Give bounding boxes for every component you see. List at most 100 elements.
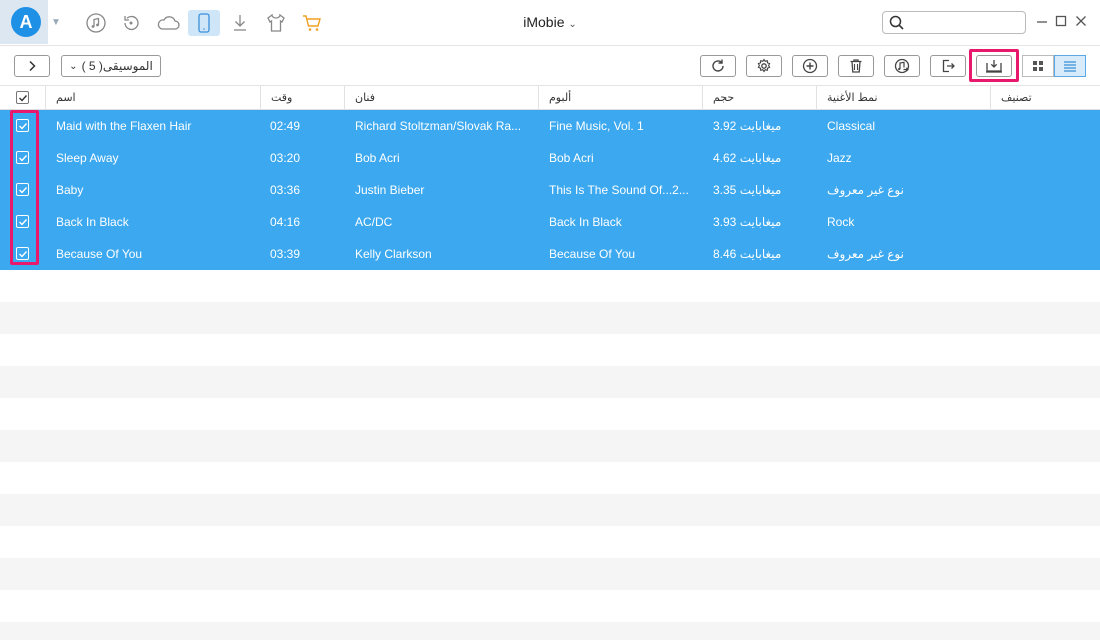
device-selector[interactable]: iMobie ⌄	[500, 14, 600, 30]
column-header-artist[interactable]: فنان	[344, 86, 538, 110]
minimize-button[interactable]	[1035, 14, 1049, 28]
empty-row	[0, 302, 1100, 334]
refresh-icon	[712, 59, 724, 72]
song-name: Maid with the Flaxen Hair	[56, 119, 192, 133]
empty-row	[0, 366, 1100, 398]
export-to-device-button[interactable]	[930, 55, 966, 77]
chevron-down-icon: ⌄	[69, 60, 78, 72]
song-name: Back In Black	[56, 215, 129, 229]
nav-download[interactable]	[224, 10, 256, 36]
search-icon	[889, 15, 904, 30]
song-album: Fine Music, Vol. 1	[549, 119, 644, 133]
song-album: Back In Black	[549, 215, 622, 229]
cloud-icon	[157, 16, 180, 30]
to-itunes-button[interactable]	[884, 55, 920, 77]
search-input[interactable]	[909, 14, 1019, 31]
grid-view-button[interactable]	[1022, 55, 1054, 77]
nav-theme[interactable]	[260, 10, 292, 36]
empty-row	[0, 494, 1100, 526]
song-genre: نوع غير معروف	[827, 183, 904, 197]
song-album: This Is The Sound Of...2...	[549, 183, 689, 197]
column-header-rating[interactable]: تصنيف	[990, 86, 1100, 110]
delete-icon	[850, 59, 862, 73]
chevron-down-icon: ⌄	[568, 19, 577, 30]
music-icon	[86, 13, 106, 33]
empty-row	[0, 526, 1100, 558]
song-artist: AC/DC	[355, 215, 393, 229]
table-row[interactable]: Maid with the Flaxen Hair 02:49 Richard …	[0, 110, 1100, 142]
chevron-right-icon	[29, 60, 36, 72]
empty-row	[0, 590, 1100, 622]
song-genre: نوع غير معروف	[827, 247, 904, 261]
export-icon	[942, 59, 955, 73]
checkmark-icon	[18, 94, 27, 102]
song-size: 8.46 ميغابايت	[713, 247, 782, 261]
close-button[interactable]	[1074, 14, 1088, 28]
refresh-button[interactable]	[700, 55, 736, 77]
category-dropdown[interactable]: ⌄ الموسيقى( 5 )	[61, 55, 161, 77]
song-time: 02:49	[270, 119, 301, 133]
download-icon	[234, 15, 246, 31]
song-genre: Rock	[827, 215, 855, 229]
category-label: الموسيقى( 5 )	[81, 59, 153, 73]
tshirt-icon	[267, 13, 285, 32]
column-header-time[interactable]: وقت	[260, 86, 344, 110]
song-album: Bob Acri	[549, 151, 594, 165]
checkmark-icon	[18, 122, 27, 130]
to-computer-button[interactable]	[976, 55, 1012, 77]
song-size: 3.92 ميغابايت	[713, 119, 782, 133]
nav-store[interactable]	[296, 10, 328, 36]
empty-row	[0, 334, 1100, 366]
add-button[interactable]	[792, 55, 828, 77]
table-row[interactable]: Baby 03:36 Justin Bieber This Is The Sou…	[0, 174, 1100, 206]
row-checkbox[interactable]	[16, 151, 29, 164]
row-checkbox[interactable]	[16, 247, 29, 260]
list-view-button[interactable]	[1054, 55, 1086, 77]
row-checkbox[interactable]	[16, 215, 29, 228]
table-header: اسم وقت فنان ألبوم حجم نمط الأغنية تصنيف	[0, 86, 1100, 110]
maximize-icon	[1055, 15, 1067, 27]
row-checkbox[interactable]	[16, 183, 29, 196]
song-genre: Jazz	[827, 151, 852, 165]
maximize-button[interactable]	[1054, 14, 1068, 28]
empty-row	[0, 270, 1100, 302]
delete-button[interactable]	[838, 55, 874, 77]
restore-icon	[124, 15, 139, 31]
column-header-album[interactable]: ألبوم	[538, 86, 702, 110]
checkmark-icon	[18, 218, 27, 226]
song-name: Baby	[56, 183, 84, 197]
empty-row	[0, 558, 1100, 590]
song-time: 03:39	[270, 247, 301, 261]
song-size: 3.35 ميغابايت	[713, 183, 782, 197]
empty-row	[0, 430, 1100, 462]
search-box[interactable]	[882, 11, 1026, 34]
nav-restore[interactable]	[115, 10, 147, 36]
device-name: iMobie	[523, 14, 565, 30]
logo-dropdown-icon[interactable]: ▼	[51, 17, 61, 28]
row-checkbox[interactable]	[16, 119, 29, 132]
nav-device[interactable]	[188, 10, 220, 36]
column-header-size[interactable]: حجم	[702, 86, 816, 110]
grid-view-icon	[1033, 61, 1043, 71]
checkmark-icon	[18, 250, 27, 258]
to-computer-icon	[986, 60, 1002, 73]
select-all-checkbox[interactable]	[16, 91, 29, 104]
column-header-genre[interactable]: نمط الأغنية	[816, 86, 990, 110]
song-time: 03:20	[270, 151, 301, 165]
song-artist: Justin Bieber	[355, 183, 425, 197]
app-logo[interactable]: A	[0, 0, 48, 44]
song-time: 04:16	[270, 215, 301, 229]
nav-music[interactable]	[80, 10, 112, 36]
table-row[interactable]: Back In Black 04:16 AC/DC Back In Black …	[0, 206, 1100, 238]
back-button[interactable]	[14, 55, 50, 77]
table-row[interactable]: Because Of You 03:39 Kelly Clarkson Beca…	[0, 238, 1100, 270]
list-view-icon	[1064, 61, 1076, 72]
settings-button[interactable]	[746, 55, 782, 77]
nav-icloud[interactable]	[152, 10, 184, 36]
song-name: Sleep Away	[56, 151, 119, 165]
toolbar: ⌄ الموسيقى( 5 )	[0, 46, 1100, 86]
table-row[interactable]: Sleep Away 03:20 Bob Acri Bob Acri 4.62 …	[0, 142, 1100, 174]
anytrans-logo-icon: A	[11, 7, 41, 37]
column-header-name[interactable]: اسم	[45, 86, 260, 110]
to-itunes-icon	[894, 58, 910, 74]
